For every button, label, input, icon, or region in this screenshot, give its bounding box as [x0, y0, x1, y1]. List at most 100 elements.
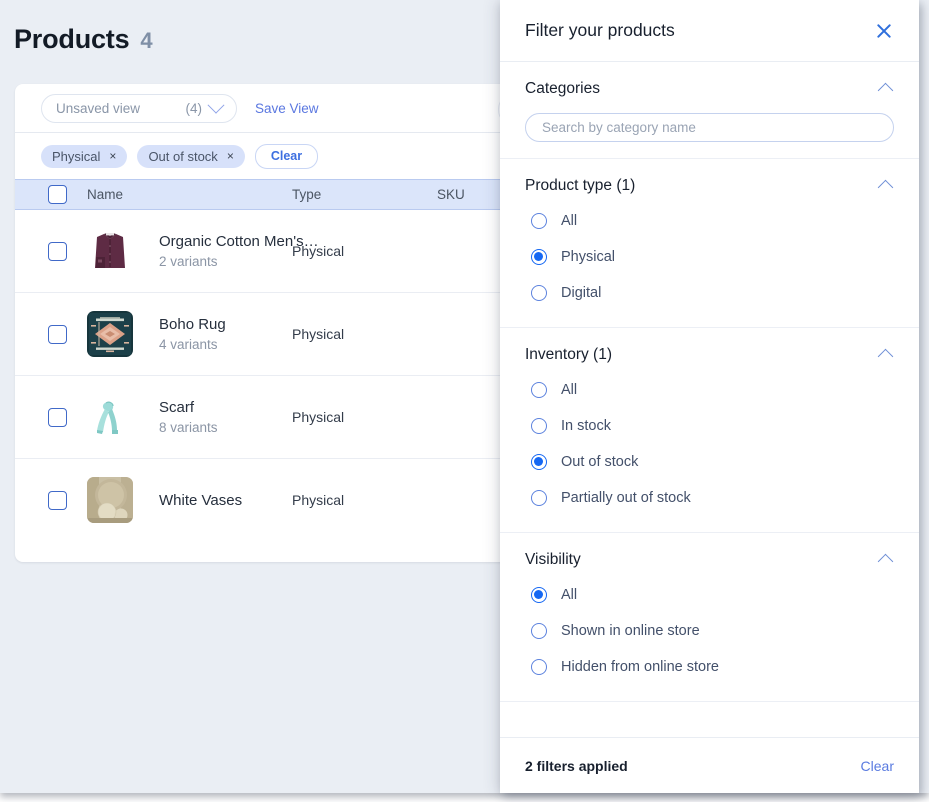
row-name-cell: Scarf 8 variants [87, 394, 292, 440]
footer-clear-button[interactable]: Clear [861, 758, 894, 774]
chip-label: Out of stock [148, 149, 217, 164]
filter-panel: Filter your products Categories Product … [500, 0, 919, 793]
chip-label: Physical [52, 149, 100, 164]
applied-filters-count: 2 filters applied [525, 758, 861, 774]
filter-section-inventory-header[interactable]: Inventory (1) [525, 346, 894, 364]
radio-option-all[interactable]: All [525, 372, 894, 408]
category-search-field[interactable] [525, 113, 894, 142]
filter-panel-footer: 2 filters applied Clear [500, 737, 919, 793]
filter-panel-body: Categories Product type (1) All [500, 62, 919, 737]
category-search-input[interactable] [540, 119, 879, 136]
chip-remove-icon[interactable]: × [109, 150, 116, 162]
chevron-up-icon[interactable] [878, 83, 894, 99]
radio-label: Out of stock [561, 454, 638, 470]
filter-panel-title: Filter your products [525, 20, 874, 41]
chip-remove-icon[interactable]: × [227, 150, 234, 162]
section-title: Visibility [525, 551, 880, 569]
radio-icon[interactable] [531, 285, 547, 301]
radio-label: All [561, 382, 577, 398]
vases-thumbnail [87, 477, 133, 523]
chevron-down-icon [208, 97, 225, 114]
visibility-options: All Shown in online store Hidden from on… [525, 577, 894, 685]
radio-icon-selected[interactable] [531, 454, 547, 470]
row-name-cell: White Vases [87, 477, 292, 523]
product-name[interactable]: White Vases [159, 492, 242, 509]
product-type: Physical [292, 326, 437, 342]
view-selector-label: Unsaved view [56, 101, 186, 116]
column-header-name[interactable]: Name [87, 187, 292, 202]
section-title: Categories [525, 80, 880, 98]
filter-section-product-type-header[interactable]: Product type (1) [525, 177, 894, 195]
column-header-type[interactable]: Type [292, 187, 437, 202]
product-type: Physical [292, 243, 437, 259]
clear-filters-button[interactable]: Clear [255, 144, 318, 169]
radio-icon[interactable] [531, 213, 547, 229]
radio-option-hidden-from-online-store[interactable]: Hidden from online store [525, 649, 894, 685]
select-all-checkbox[interactable] [48, 185, 67, 204]
radio-option-shown-in-online-store[interactable]: Shown in online store [525, 613, 894, 649]
page-header: Products 4 [14, 24, 153, 55]
product-count: 4 [140, 28, 152, 54]
close-icon[interactable] [874, 21, 894, 41]
product-variants: 8 variants [159, 420, 218, 435]
radio-icon[interactable] [531, 623, 547, 639]
radio-option-all[interactable]: All [525, 577, 894, 613]
radio-icon[interactable] [531, 490, 547, 506]
radio-option-out-of-stock[interactable]: Out of stock [525, 444, 894, 480]
product-name[interactable]: Boho Rug [159, 316, 226, 333]
radio-option-partially-out-of-stock[interactable]: Partially out of stock [525, 480, 894, 516]
save-view-button[interactable]: Save View [255, 101, 319, 116]
radio-label: All [561, 587, 577, 603]
filter-panel-header: Filter your products [500, 0, 919, 62]
row-checkbox[interactable] [48, 242, 67, 261]
radio-icon[interactable] [531, 382, 547, 398]
chevron-up-icon[interactable] [878, 349, 894, 365]
radio-icon-selected[interactable] [531, 249, 547, 265]
page-title: Products [14, 24, 129, 55]
radio-label: Partially out of stock [561, 490, 691, 506]
product-type: Physical [292, 492, 437, 508]
row-name-cell: Boho Rug 4 variants [87, 311, 292, 357]
radio-icon[interactable] [531, 418, 547, 434]
filter-chip-physical[interactable]: Physical × [41, 145, 127, 168]
app-root: Products 4 Unsaved view (4) Save View Ph… [0, 0, 929, 802]
radio-option-in-stock[interactable]: In stock [525, 408, 894, 444]
filter-section-visibility: Visibility All Shown in online store Hid… [500, 533, 919, 702]
radio-label: Hidden from online store [561, 659, 719, 675]
chevron-up-icon[interactable] [878, 180, 894, 196]
scarf-thumbnail [87, 394, 133, 440]
view-selector[interactable]: Unsaved view (4) [41, 94, 237, 123]
radio-option-all[interactable]: All [525, 203, 894, 239]
row-checkbox[interactable] [48, 408, 67, 427]
radio-label: All [561, 213, 577, 229]
radio-icon-selected[interactable] [531, 587, 547, 603]
product-type-options: All Physical Digital [525, 203, 894, 311]
filter-section-categories-header[interactable]: Categories [525, 80, 894, 98]
section-title: Product type (1) [525, 177, 880, 195]
row-select-cell [15, 325, 87, 344]
shirt-thumbnail [87, 228, 133, 274]
product-name[interactable]: Scarf [159, 399, 218, 416]
row-checkbox[interactable] [48, 325, 67, 344]
product-type: Physical [292, 409, 437, 425]
filter-chip-out-of-stock[interactable]: Out of stock × [137, 145, 244, 168]
row-select-cell [15, 242, 87, 261]
row-select-cell [15, 408, 87, 427]
product-variants: 4 variants [159, 337, 226, 352]
radio-option-digital[interactable]: Digital [525, 275, 894, 311]
section-title: Inventory (1) [525, 346, 880, 364]
row-checkbox[interactable] [48, 491, 67, 510]
filter-section-categories: Categories [500, 62, 919, 159]
rug-thumbnail [87, 311, 133, 357]
filter-section-inventory: Inventory (1) All In stock Out of stock [500, 328, 919, 533]
radio-label: Shown in online store [561, 623, 700, 639]
radio-option-physical[interactable]: Physical [525, 239, 894, 275]
radio-icon[interactable] [531, 659, 547, 675]
view-selector-count: (4) [186, 101, 203, 116]
filter-section-visibility-header[interactable]: Visibility [525, 551, 894, 569]
inventory-options: All In stock Out of stock Partially out … [525, 372, 894, 516]
radio-label: In stock [561, 418, 611, 434]
chevron-up-icon[interactable] [878, 554, 894, 570]
radio-label: Physical [561, 249, 615, 265]
radio-label: Digital [561, 285, 601, 301]
